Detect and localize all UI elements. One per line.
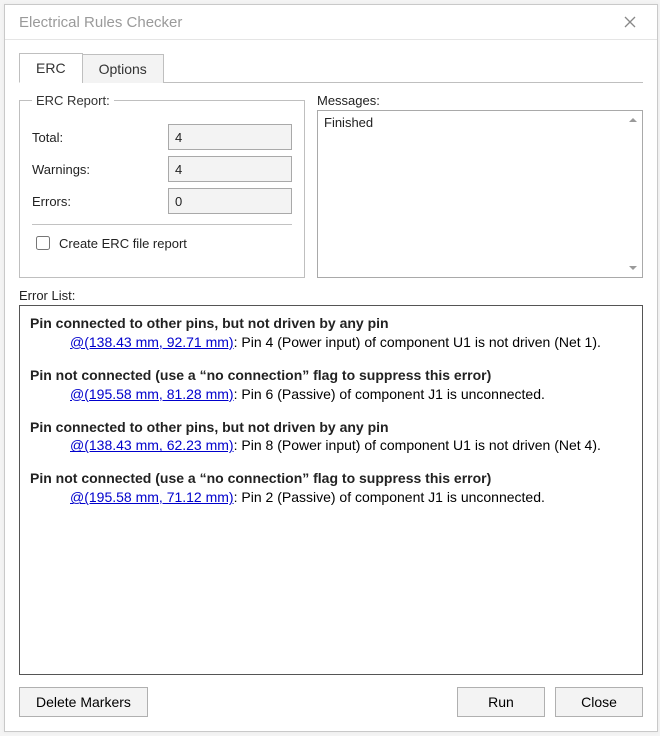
error-list[interactable]: Pin connected to other pins, but not dri…	[19, 305, 643, 675]
error-title: Pin connected to other pins, but not dri…	[30, 314, 632, 333]
separator	[32, 224, 292, 225]
error-body: @(138.43 mm, 62.23 mm): Pin 8 (Power inp…	[30, 436, 632, 455]
messages-content: Finished	[324, 115, 373, 130]
error-message: : Pin 6 (Passive) of component J1 is unc…	[234, 386, 545, 402]
error-coord-link[interactable]: @(138.43 mm, 62.23 mm)	[50, 437, 234, 453]
total-value	[168, 124, 292, 150]
create-file-checkbox[interactable]	[36, 236, 50, 250]
erc-report-legend: ERC Report:	[32, 93, 114, 108]
error-title: Pin not connected (use a “no connection”…	[30, 469, 632, 488]
error-title: Pin not connected (use a “no connection”…	[30, 366, 632, 385]
window-title: Electrical Rules Checker	[19, 14, 182, 31]
client-area: ERC Options ERC Report: Total: Warnings:…	[5, 40, 657, 731]
run-button[interactable]: Run	[457, 687, 545, 717]
tab-strip: ERC Options	[19, 52, 643, 83]
error-item: Pin connected to other pins, but not dri…	[30, 418, 632, 456]
error-item: Pin connected to other pins, but not dri…	[30, 314, 632, 352]
error-body: @(195.58 mm, 81.28 mm): Pin 6 (Passive) …	[30, 385, 632, 404]
error-item: Pin not connected (use a “no connection”…	[30, 469, 632, 507]
warnings-row: Warnings:	[32, 156, 292, 182]
error-item: Pin not connected (use a “no connection”…	[30, 366, 632, 404]
total-label: Total:	[32, 130, 122, 145]
warnings-value	[168, 156, 292, 182]
tab-erc[interactable]: ERC	[19, 53, 83, 83]
delete-markers-button[interactable]: Delete Markers	[19, 687, 148, 717]
messages-panel: Messages: Finished	[317, 93, 643, 278]
error-coord-link[interactable]: @(138.43 mm, 92.71 mm)	[50, 334, 234, 350]
error-message: : Pin 8 (Power input) of component U1 is…	[234, 437, 601, 453]
error-coord-link[interactable]: @(195.58 mm, 81.28 mm)	[50, 386, 234, 402]
error-title: Pin connected to other pins, but not dri…	[30, 418, 632, 437]
errors-label: Errors:	[32, 194, 122, 209]
messages-box: Finished	[317, 110, 643, 278]
error-message: : Pin 4 (Power input) of component U1 is…	[234, 334, 601, 350]
scroll-up-icon[interactable]	[624, 111, 642, 129]
error-message: : Pin 2 (Passive) of component J1 is unc…	[234, 489, 545, 505]
warnings-label: Warnings:	[32, 162, 122, 177]
scroll-down-icon[interactable]	[624, 259, 642, 277]
button-row: Delete Markers Run Close	[19, 687, 643, 717]
title-bar: Electrical Rules Checker	[5, 5, 657, 40]
close-icon[interactable]	[613, 8, 647, 36]
error-list-label: Error List:	[19, 288, 643, 303]
create-file-label: Create ERC file report	[59, 236, 187, 251]
messages-label: Messages:	[317, 93, 643, 108]
error-body: @(138.43 mm, 92.71 mm): Pin 4 (Power inp…	[30, 333, 632, 352]
close-button[interactable]: Close	[555, 687, 643, 717]
error-coord-link[interactable]: @(195.58 mm, 71.12 mm)	[50, 489, 234, 505]
errors-row: Errors:	[32, 188, 292, 214]
create-file-row: Create ERC file report	[32, 233, 292, 253]
error-body: @(195.58 mm, 71.12 mm): Pin 2 (Passive) …	[30, 488, 632, 507]
erc-report-group: ERC Report: Total: Warnings: Errors: Cre…	[19, 93, 305, 278]
errors-value	[168, 188, 292, 214]
upper-panel: ERC Report: Total: Warnings: Errors: Cre…	[19, 93, 643, 278]
total-row: Total:	[32, 124, 292, 150]
dialog-window: Electrical Rules Checker ERC Options ERC…	[4, 4, 658, 732]
tab-options[interactable]: Options	[82, 54, 164, 83]
